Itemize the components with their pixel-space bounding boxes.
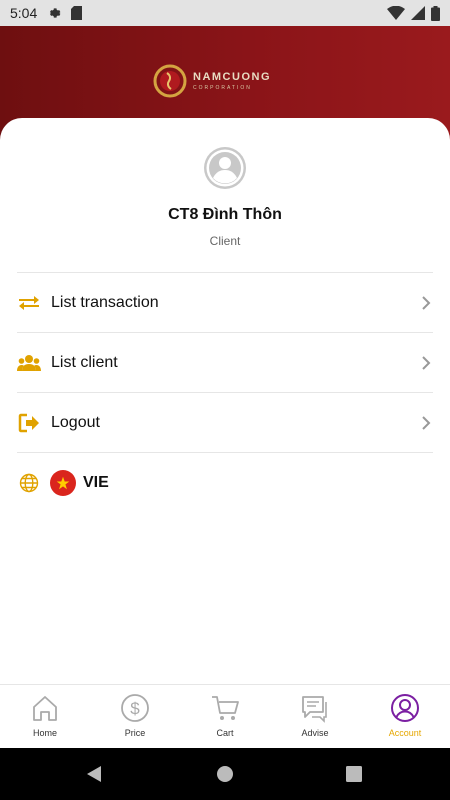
menu-item-list-client[interactable]: List client: [17, 332, 433, 392]
menu-item-label: Logout: [51, 413, 100, 431]
account-menu: List transaction List client Logout VIE: [17, 272, 433, 512]
bottom-navigation: Home $ Price Cart Advise Account: [0, 684, 450, 748]
vietnam-flag-icon: [50, 469, 76, 496]
avatar[interactable]: [203, 146, 247, 190]
nav-cart[interactable]: Cart: [180, 685, 270, 749]
brand-logo: NAMCUONG CORPORATION: [153, 64, 271, 98]
recents-icon[interactable]: [346, 765, 362, 783]
logo-mark-icon: [153, 64, 187, 98]
sd-card-icon: [71, 6, 83, 20]
account-icon: [391, 694, 419, 722]
transfer-icon: [17, 291, 41, 315]
nav-label: Advise: [301, 728, 329, 738]
home-button-icon[interactable]: [216, 765, 234, 783]
profile-role: Client: [209, 234, 241, 248]
menu-item-label: List client: [51, 353, 118, 371]
account-card: CT8 Đình Thôn Client List transaction Li…: [0, 118, 450, 684]
menu-item-label: List transaction: [51, 293, 159, 311]
profile-name: CT8 Đình Thôn: [168, 206, 282, 223]
chevron-right-icon: [422, 416, 431, 430]
nav-advise[interactable]: Advise: [270, 685, 360, 749]
home-icon: [33, 696, 57, 721]
language-label: VIE: [83, 473, 109, 491]
globe-icon: [17, 471, 41, 495]
users-icon: [17, 351, 41, 375]
chevron-right-icon: [422, 356, 431, 370]
dollar-icon: $: [121, 694, 149, 722]
nav-label: Account: [388, 728, 422, 738]
language-selector[interactable]: VIE: [17, 452, 433, 512]
brand-tagline: CORPORATION: [193, 85, 252, 91]
battery-icon: [431, 5, 440, 21]
logout-icon: [17, 411, 41, 435]
status-time: 5:04: [10, 5, 38, 21]
nav-home[interactable]: Home: [0, 685, 90, 749]
menu-item-list-transaction[interactable]: List transaction: [17, 272, 433, 332]
brand-name: NAMCUONG: [193, 71, 271, 83]
nav-label: Cart: [216, 728, 234, 738]
nav-price[interactable]: $ Price: [90, 685, 180, 749]
cart-icon: [212, 696, 239, 720]
nav-label: Price: [124, 728, 146, 738]
signal-icon: [411, 6, 425, 20]
chat-icon: [302, 696, 327, 723]
system-navigation-bar: [0, 748, 450, 800]
menu-item-logout[interactable]: Logout: [17, 392, 433, 452]
svg-text:$: $: [130, 699, 140, 718]
wifi-icon: [387, 6, 405, 20]
nav-label: Home: [32, 728, 57, 738]
back-icon[interactable]: [85, 765, 103, 783]
gear-icon: [50, 8, 61, 18]
status-bar: 5:04: [0, 0, 450, 26]
chevron-right-icon: [422, 296, 431, 310]
nav-account[interactable]: Account: [360, 685, 450, 749]
